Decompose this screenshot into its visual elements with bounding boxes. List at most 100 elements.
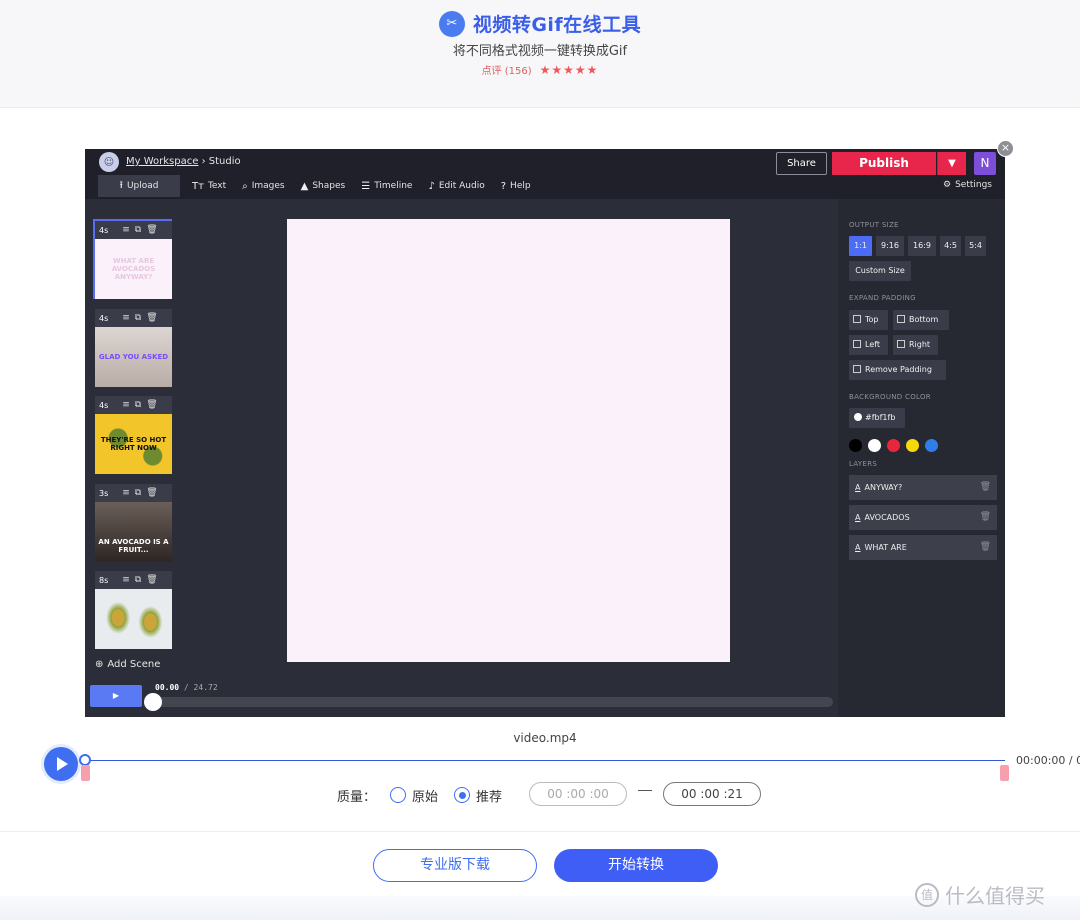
trash-icon[interactable]: 🗑 <box>980 505 991 530</box>
end-time-input[interactable]: 00 :00 :21 <box>663 782 761 806</box>
quality-recommended-radio[interactable]: 推荐 <box>454 786 502 805</box>
scene-list: 4s ≡⧉🗑 WHAT ARE AVOCADOS ANYWAY? 4s ≡⧉🗑 GL… <box>85 199 180 679</box>
scene-thumb-3[interactable]: 4s ≡⧉🗑 THEY'RE SO HOT RIGHT NOW <box>93 394 172 474</box>
play-button[interactable] <box>44 747 78 781</box>
properties-panel: OUTPUT SIZE 1:1 9:16 16:9 4:5 5:4 Custom… <box>838 199 1005 717</box>
music-note-icon: ♪ <box>428 180 435 192</box>
settings-button[interactable]: ⚙ Settings <box>943 180 992 190</box>
layer-item[interactable]: A ANYWAY? 🗑 <box>849 475 997 500</box>
shapes-tool-button[interactable]: ▲ Shapes <box>293 175 354 197</box>
scene-thumb-1[interactable]: 4s ≡⧉🗑 WHAT ARE AVOCADOS ANYWAY? <box>93 219 172 299</box>
size-9-16-button[interactable]: 9:16 <box>876 236 904 256</box>
page-subtitle: 将不同格式视频一键转换成Gif <box>452 44 628 59</box>
trim-end-handle[interactable] <box>1000 765 1009 781</box>
layer-item[interactable]: A AVOCADOS 🗑 <box>849 505 997 530</box>
help-tool-button[interactable]: ? Help <box>493 175 539 197</box>
trash-icon[interactable]: 🗑 <box>980 535 991 560</box>
workspace-avatar[interactable]: ☺ <box>99 152 119 172</box>
editor-play-button[interactable]: ▶ <box>90 685 142 707</box>
page-title: 视频转Gif在线工具 <box>472 14 642 36</box>
padding-left-checkbox[interactable]: Left <box>849 335 888 355</box>
background-color-picker[interactable]: #fbf1fb <box>849 408 905 428</box>
scene-toolbar: 8s ≡⧉🗑 <box>95 571 172 589</box>
background-color-value: #fbf1fb <box>865 413 896 422</box>
padding-right-checkbox[interactable]: Right <box>893 335 938 355</box>
editor-scrubber-track[interactable] <box>153 697 833 707</box>
padding-bottom-checkbox[interactable]: Bottom <box>893 310 949 330</box>
scene-toolbar: 4s ≡⧉🗑 <box>95 221 172 239</box>
size-5-4-button[interactable]: 5:4 <box>965 236 986 256</box>
scene-toolbar: 4s ≡⧉🗑 <box>95 396 172 414</box>
add-scene-button[interactable]: ⊕ Add Scene <box>95 659 160 670</box>
editor-canvas[interactable] <box>287 219 730 662</box>
scene-thumb-4[interactable]: 3s ≡⧉🗑 AN AVOCADO IS A FRUIT... <box>93 482 172 562</box>
title-row: ✂ 视频转Gif在线工具 <box>0 10 1080 37</box>
start-convert-button[interactable]: 开始转换 <box>554 849 718 882</box>
padding-bottom-label: Bottom <box>909 315 939 324</box>
padding-right-label: Right <box>909 340 931 349</box>
scene-thumb-2[interactable]: 4s ≡⧉🗑 GLAD YOU ASKED <box>93 307 172 387</box>
rating-link[interactable]: 点评 (156) <box>482 62 532 77</box>
quality-selector: 质量： 原始 推荐 <box>337 782 518 808</box>
search-icon: ⌕ <box>242 180 248 192</box>
trim-start-handle[interactable] <box>81 765 90 781</box>
layer-item[interactable]: A WHAT ARE 🗑 <box>849 535 997 560</box>
timeline-label: Timeline <box>374 181 413 191</box>
swatch-white[interactable] <box>868 439 881 452</box>
share-button[interactable]: Share <box>776 152 827 175</box>
video-time-display: 00:00:00 / 00:00:21 <box>1016 754 1080 767</box>
output-size-title: OUTPUT SIZE <box>849 221 899 229</box>
text-layer-icon: A <box>855 543 861 552</box>
scene-tools-icon: ≡⧉🗑 <box>122 313 163 323</box>
text-label: Text <box>207 181 227 191</box>
scene-preview: THEY'RE SO HOT RIGHT NOW <box>95 414 172 474</box>
scene-tools-icon: ≡⧉🗑 <box>122 400 163 410</box>
upload-label: Upload <box>126 181 159 191</box>
radio-checked-icon <box>454 787 471 803</box>
add-scene-label: Add Scene <box>107 659 161 670</box>
layer-label: AVOCADOS <box>864 513 910 522</box>
padding-top-checkbox[interactable]: Top <box>849 310 888 330</box>
swatch-blue[interactable] <box>925 439 938 452</box>
text-tool-button[interactable]: Tт Text <box>184 175 234 197</box>
close-icon[interactable]: × <box>997 140 1014 157</box>
trash-icon[interactable]: 🗑 <box>980 475 991 500</box>
quality-original-radio[interactable]: 原始 <box>390 786 438 805</box>
scene-duration: 3s <box>99 488 109 498</box>
scene-thumb-5[interactable]: 8s ≡⧉🗑 <box>93 569 172 649</box>
publish-button[interactable]: Publish <box>832 152 936 175</box>
page-header: ✂ 视频转Gif在线工具 将不同格式视频一键转换成Gif 点评 (156) ★★… <box>0 0 1080 108</box>
breadcrumb: My Workspace › Studio <box>126 156 241 167</box>
pro-download-button[interactable]: 专业版下载 <box>373 849 537 882</box>
swatch-yellow[interactable] <box>906 439 919 452</box>
swatch-black[interactable] <box>849 439 862 452</box>
start-time-input[interactable]: 00 :00 :00 <box>529 782 627 806</box>
scene-duration: 4s <box>99 225 109 235</box>
editor-scrubber-handle[interactable] <box>144 693 162 711</box>
checkbox-icon <box>897 340 905 348</box>
scene-preview: WHAT ARE AVOCADOS ANYWAY? <box>95 239 172 299</box>
layer-label: WHAT ARE <box>864 543 907 552</box>
timeline-tool-button[interactable]: ☰ Timeline <box>353 175 420 197</box>
size-16-9-button[interactable]: 16:9 <box>908 236 936 256</box>
user-avatar[interactable]: N <box>974 152 996 175</box>
upload-button[interactable]: ⭱ Upload <box>98 175 180 197</box>
size-1-1-button[interactable]: 1:1 <box>849 236 872 256</box>
swatch-red[interactable] <box>887 439 900 452</box>
remove-padding-checkbox[interactable]: Remove Padding <box>849 360 946 380</box>
custom-size-button[interactable]: Custom Size <box>849 261 911 281</box>
video-timeline-track[interactable] <box>85 760 1005 761</box>
chevron-down-icon[interactable]: ▼ <box>937 152 966 175</box>
star-rating-icon: ★★★★★ <box>539 62 599 77</box>
size-4-5-button[interactable]: 4:5 <box>940 236 961 256</box>
checkbox-icon <box>897 315 905 323</box>
editor-time-total: / 24.72 <box>183 683 218 692</box>
scene-preview: AN AVOCADO IS A FRUIT... <box>95 502 172 562</box>
checkbox-icon <box>853 340 861 348</box>
scene-preview <box>95 589 172 649</box>
images-tool-button[interactable]: ⌕ Images <box>234 175 293 197</box>
breadcrumb-workspace-link[interactable]: My Workspace <box>126 156 198 167</box>
play-icon <box>57 757 68 771</box>
edit-audio-tool-button[interactable]: ♪ Edit Audio <box>420 175 492 197</box>
layers-title: LAYERS <box>849 460 878 468</box>
